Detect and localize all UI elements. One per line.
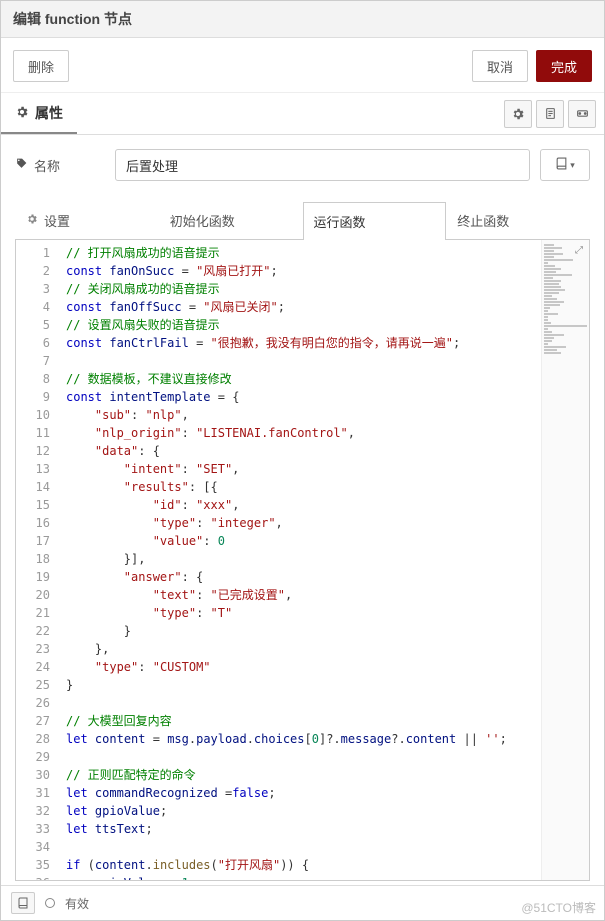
delete-button[interactable]: 删除: [13, 50, 69, 82]
node-settings-icon[interactable]: [504, 100, 532, 128]
function-tabs: 设置 初始化函数 运行函数 终止函数: [15, 201, 590, 240]
tab-stop-label: 终止函数: [457, 211, 509, 230]
code-content[interactable]: // 打开风扇成功的语音提示const fanOnSucc = "风扇已打开";…: [58, 240, 541, 880]
book-icon: [555, 157, 568, 173]
gear-icon: [15, 105, 29, 122]
chevron-down-icon: ▾: [570, 160, 575, 171]
line-gutter: 1234567891011121314151617181920212223242…: [16, 240, 58, 880]
tab-run[interactable]: 运行函数: [303, 202, 447, 240]
tab-init-label: 初始化函数: [170, 211, 235, 230]
editor-title: 编辑 function 节点: [1, 1, 604, 38]
footer-bar: 有效: [1, 885, 604, 920]
tab-run-label: 运行函数: [314, 212, 366, 231]
node-docs-icon[interactable]: [536, 100, 564, 128]
footer-book-icon[interactable]: [11, 892, 35, 914]
action-bar: 删除 取消 完成: [1, 38, 604, 93]
tab-setup-label: 设置: [44, 211, 70, 230]
node-appearance-icon[interactable]: [568, 100, 596, 128]
name-label-text: 名称: [34, 156, 60, 175]
tab-properties-label: 属性: [35, 103, 63, 123]
tab-init[interactable]: 初始化函数: [159, 201, 303, 239]
minimap[interactable]: ⤢: [541, 240, 589, 880]
name-icon-select[interactable]: ▾: [540, 149, 590, 181]
properties-tab-row: 属性: [1, 93, 604, 135]
tag-icon: [15, 157, 28, 173]
tab-stop[interactable]: 终止函数: [446, 201, 590, 239]
cancel-button[interactable]: 取消: [472, 50, 528, 82]
code-editor[interactable]: 1234567891011121314151617181920212223242…: [15, 240, 590, 881]
watermark-text: @51CTO博客: [521, 901, 596, 915]
done-button[interactable]: 完成: [536, 50, 592, 82]
cancel-button-label: 取消: [487, 57, 513, 76]
status-dot-icon: [45, 898, 55, 908]
expand-icon[interactable]: ⤢: [571, 242, 587, 258]
done-button-label: 完成: [551, 57, 577, 76]
name-label: 名称: [15, 156, 105, 175]
editor-title-text: 编辑 function 节点: [13, 11, 132, 27]
name-input[interactable]: [115, 149, 530, 181]
delete-button-label: 删除: [28, 57, 54, 76]
tab-properties[interactable]: 属性: [1, 93, 77, 134]
name-row: 名称 ▾: [1, 135, 604, 187]
gear-icon: [26, 213, 38, 228]
watermark: @51CTO博客: [521, 899, 596, 916]
tab-setup[interactable]: 设置: [15, 201, 159, 239]
footer-status-label: 有效: [65, 895, 89, 912]
